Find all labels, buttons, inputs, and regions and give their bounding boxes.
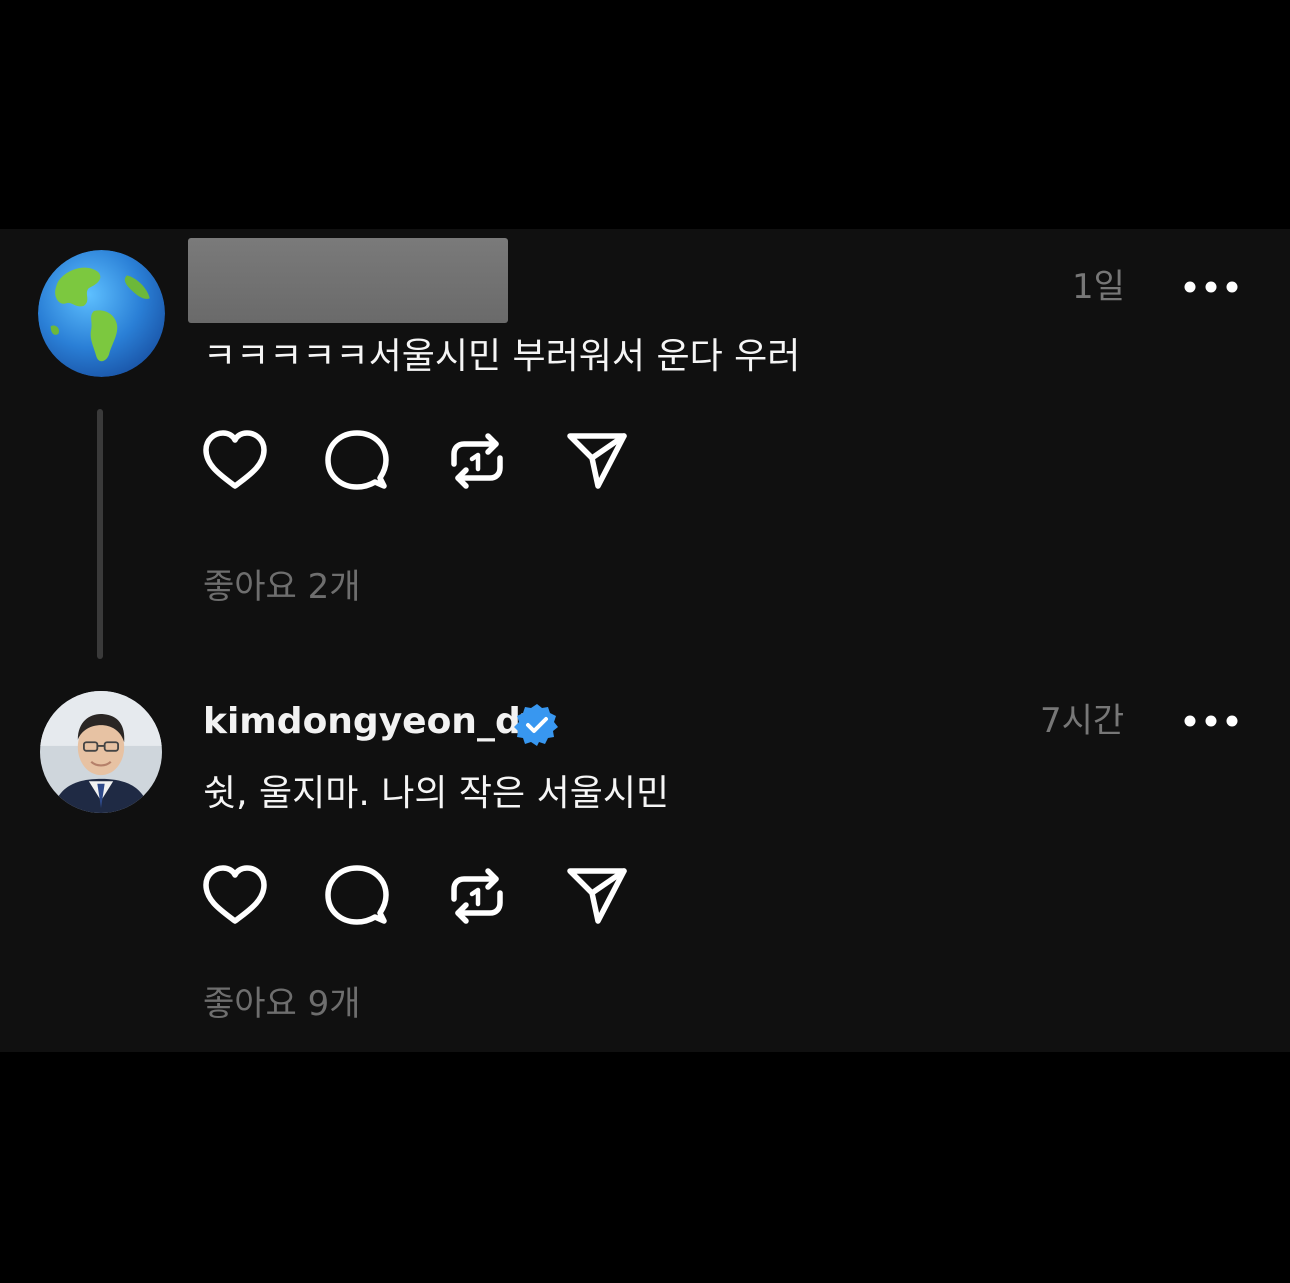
more-icon[interactable] — [1182, 279, 1240, 295]
reply-post-2: kimdongyeon_dy 7시간 쉿, 울지마. 나의 작은 서울시민 좋아… — [0, 669, 1290, 1052]
post-text: 쉿, 울지마. 나의 작은 서울시민 — [203, 773, 670, 814]
like-count[interactable]: 좋아요 9개 — [203, 982, 361, 1026]
action-bar — [200, 426, 640, 496]
post-time: 7시간 — [1040, 701, 1125, 741]
send-icon[interactable] — [562, 861, 632, 931]
globe-icon — [38, 250, 165, 377]
verified-badge-icon — [514, 704, 558, 746]
repost-icon[interactable] — [442, 861, 512, 931]
globe-avatar[interactable] — [38, 250, 165, 377]
reply-post-1: 1일 ㅋㅋㅋㅋㅋ서울시민 부러워서 운다 우러 좋아요 2개 — [0, 229, 1290, 669]
post-time: 1일 — [1072, 267, 1125, 307]
thread-line — [97, 409, 103, 659]
repost-icon[interactable] — [442, 426, 512, 496]
comment-icon[interactable] — [322, 426, 392, 496]
profile-avatar[interactable] — [40, 691, 162, 813]
person-photo-icon — [40, 691, 162, 813]
post-text: ㅋㅋㅋㅋㅋ서울시민 부러워서 운다 우러 — [203, 336, 801, 377]
heart-icon[interactable] — [200, 426, 270, 496]
like-count[interactable]: 좋아요 2개 — [203, 565, 361, 609]
send-icon[interactable] — [562, 426, 632, 496]
heart-icon[interactable] — [200, 861, 270, 931]
username[interactable]: kimdongyeon_dy — [203, 697, 544, 747]
action-bar — [200, 861, 640, 931]
blurred-username — [188, 238, 508, 323]
comment-icon[interactable] — [322, 861, 392, 931]
more-icon[interactable] — [1182, 713, 1240, 729]
